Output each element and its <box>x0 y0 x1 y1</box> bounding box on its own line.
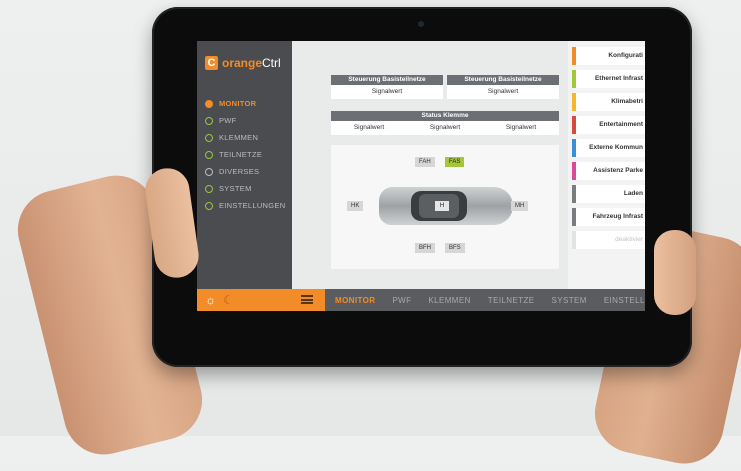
signal-value: Signalwert <box>371 88 403 95</box>
sidebar-item-einstellungen[interactable]: EINSTELLUNGEN <box>205 197 285 214</box>
color-bar <box>572 70 576 88</box>
color-bar <box>572 231 576 249</box>
seat-mh[interactable]: MH <box>511 201 529 211</box>
tab-teilnetze[interactable]: TEILNETZE <box>488 296 535 305</box>
moon-icon[interactable]: ☾ <box>223 293 234 307</box>
tab-einstellungen[interactable]: EINSTELLUNGEN <box>604 296 645 305</box>
seat-hk[interactable]: HK <box>347 201 364 211</box>
color-bar <box>572 116 576 134</box>
signal-values: Signalwert Signalwert Signalwert <box>331 121 559 135</box>
function-list-label: Entertainment <box>599 121 643 128</box>
color-bar <box>572 93 576 111</box>
tab-klemmen[interactable]: KLEMMEN <box>428 296 470 305</box>
function-list-label: Ethernet Infrast <box>594 75 643 82</box>
status-klemme-panel: Status Klemme Signalwert Signalwert Sign… <box>331 111 559 135</box>
logo-text: orangeCtrl <box>222 56 281 70</box>
sidebar: C orangeCtrl MONITOR PWF KLEMMEN TEILNET… <box>197 41 292 289</box>
function-list-item[interactable]: Klimabetri <box>572 93 645 111</box>
check-circle-icon <box>205 184 213 193</box>
signal-value: Signalwert <box>487 88 519 95</box>
panel-title: Status Klemme <box>331 111 559 121</box>
color-bar <box>572 47 576 65</box>
signal-value: Signalwert <box>353 124 385 131</box>
color-bar <box>572 208 576 226</box>
vehicle-panel: FAH FAS HK H MH BFH BFS <box>331 145 559 269</box>
function-list-label: Fahrzeug Infrast <box>592 213 643 220</box>
function-list-item[interactable]: Laden <box>572 185 645 203</box>
panel-title: Steuerung Basisteilnetze <box>331 75 443 85</box>
tablet-device: C orangeCtrl MONITOR PWF KLEMMEN TEILNET… <box>152 7 692 367</box>
logo-mark: C <box>205 56 218 70</box>
tab-monitor[interactable]: MONITOR <box>335 296 375 305</box>
function-list-item[interactable]: Konfigurati <box>572 47 645 65</box>
color-bar <box>572 162 576 180</box>
right-thumb <box>654 230 696 315</box>
steuerung-panel-1: Steuerung Basisteilnetze Signalwert <box>331 75 443 99</box>
function-list-item[interactable]: Fahrzeug Infrast <box>572 208 645 226</box>
sidebar-item-pwf[interactable]: PWF <box>205 112 285 129</box>
sun-icon[interactable]: ☼ <box>205 293 216 307</box>
signal-value: Signalwert <box>505 124 537 131</box>
steuerung-panel-2: Steuerung Basisteilnetze Signalwert <box>447 75 559 99</box>
camera <box>418 21 424 27</box>
panel-title: Steuerung Basisteilnetze <box>447 75 559 85</box>
seat-fah[interactable]: FAH <box>415 157 435 167</box>
sidebar-item-teilnetze[interactable]: TEILNETZE <box>205 146 285 163</box>
seat-fas[interactable]: FAS <box>445 157 465 167</box>
empty-circle-icon <box>205 167 213 176</box>
function-list-item[interactable]: Externe Kommun <box>572 139 645 157</box>
function-list-item[interactable]: Ethernet Infrast <box>572 70 645 88</box>
color-bar <box>572 139 576 157</box>
function-list-item[interactable]: Assistenz Parke <box>572 162 645 180</box>
seat-h[interactable]: H <box>435 201 449 211</box>
sidebar-item-klemmen[interactable]: KLEMMEN <box>205 129 285 146</box>
tab-system[interactable]: SYSTEM <box>552 296 587 305</box>
bottom-bar-controls: ☼ ☾ <box>197 289 325 311</box>
function-list-label: Konfigurati <box>608 52 643 59</box>
color-bar <box>572 185 576 203</box>
function-list-label: deaktivier <box>615 236 643 243</box>
seat-bfh[interactable]: BFH <box>415 243 435 253</box>
signal-value: Signalwert <box>429 124 461 131</box>
check-circle-icon <box>205 201 213 210</box>
tab-pwf[interactable]: PWF <box>392 296 411 305</box>
function-list-item[interactable]: Entertainment <box>572 116 645 134</box>
sidebar-item-diverses[interactable]: DIVERSES <box>205 163 285 180</box>
bottom-bar: ☼ ☾ MONITOR PWF KLEMMEN TEILNETZE SYSTEM… <box>197 289 645 311</box>
function-list-label: Klimabetri <box>611 98 643 105</box>
function-list: Konfigurati Ethernet Infrast Klimabetri Ent… <box>568 41 645 289</box>
function-list-label: Assistenz Parke <box>593 167 643 174</box>
check-circle-icon <box>205 150 213 159</box>
app-logo: C orangeCtrl <box>205 56 281 70</box>
function-list-label: Laden <box>623 190 643 197</box>
function-list-label: Externe Kommun <box>589 144 643 151</box>
check-circle-icon <box>205 99 213 108</box>
tablet-screen: C orangeCtrl MONITOR PWF KLEMMEN TEILNET… <box>197 41 645 311</box>
bottom-tabs: MONITOR PWF KLEMMEN TEILNETZE SYSTEM EIN… <box>335 289 645 311</box>
seat-bfs[interactable]: BFS <box>445 243 465 253</box>
check-circle-icon <box>205 116 213 125</box>
check-circle-icon <box>205 133 213 142</box>
sidebar-nav: MONITOR PWF KLEMMEN TEILNETZE DIVERSES S… <box>205 95 285 214</box>
sidebar-item-system[interactable]: SYSTEM <box>205 180 285 197</box>
menu-icon[interactable] <box>301 295 313 304</box>
car-top-view: H <box>379 183 513 229</box>
function-list-item: deaktivier <box>572 231 645 249</box>
sidebar-item-monitor[interactable]: MONITOR <box>205 95 285 112</box>
